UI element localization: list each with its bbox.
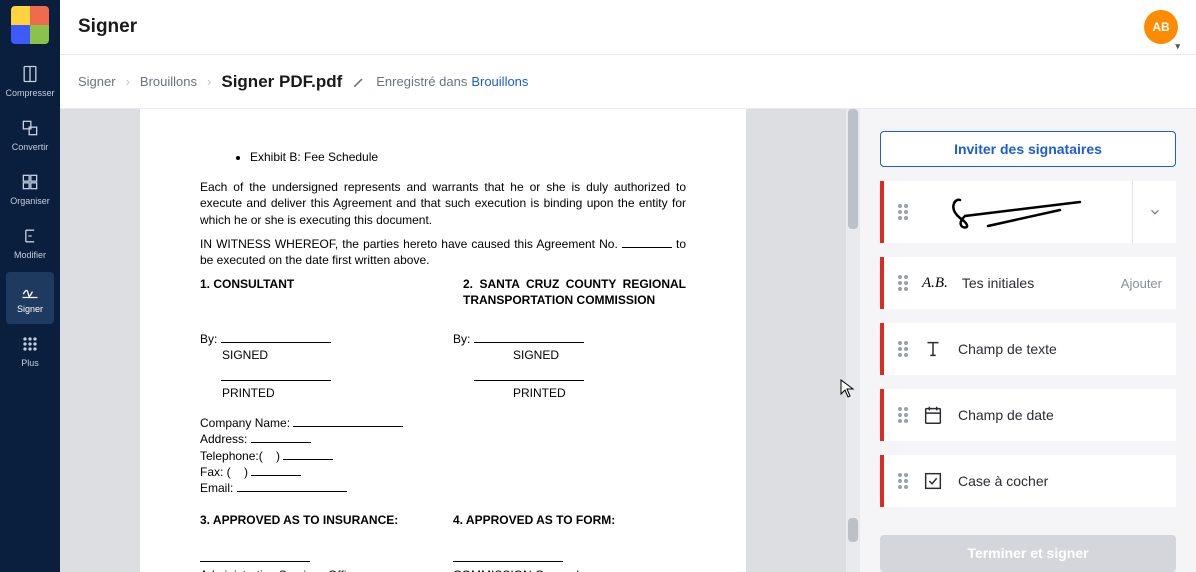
main-area: Signer AB Signer › Brouillons › Signer P…: [60, 0, 1196, 572]
organize-icon: [20, 172, 40, 192]
crumb-folder[interactable]: Brouillons: [140, 74, 197, 89]
signature-field-card[interactable]: [880, 181, 1176, 243]
scrollbar-thumb[interactable]: [848, 109, 858, 229]
convert-icon: [20, 118, 40, 138]
invite-signers-button[interactable]: Inviter des signataires: [880, 131, 1176, 167]
nav-label: Plus: [21, 358, 39, 368]
text-field-card[interactable]: Champ de texte: [880, 323, 1176, 375]
doc-heading: 2. SANTA CRUZ COUNTY REGIONAL TRANSPORTA…: [453, 276, 686, 308]
nav-compress[interactable]: Compresser: [6, 56, 54, 108]
crumb-file: Signer PDF.pdf: [221, 72, 342, 92]
compress-icon: [20, 64, 40, 84]
breadcrumb-bar: Signer › Brouillons › Signer PDF.pdf Enr…: [60, 55, 1196, 109]
nav-sign[interactable]: Signer: [6, 272, 54, 324]
scrollbar-thumb[interactable]: [848, 518, 858, 542]
doc-text: IN WITNESS WHEREOF, the parties hereto h…: [200, 236, 686, 268]
chevron-icon: ›: [207, 74, 211, 89]
nav-label: Signer: [17, 304, 43, 314]
doc-text: Exhibit B: Fee Schedule: [250, 149, 686, 165]
drag-handle-icon[interactable]: [898, 275, 908, 291]
nav-more[interactable]: Plus: [6, 326, 54, 378]
initials-field-card[interactable]: A.B. Tes initiales Ajouter: [880, 257, 1176, 309]
doc-text: Each of the undersigned represents and w…: [200, 179, 686, 228]
date-field-card[interactable]: Champ de date: [880, 389, 1176, 441]
pencil-icon[interactable]: [352, 75, 366, 89]
checkbox-icon: [922, 470, 944, 492]
chevron-icon: ›: [126, 74, 130, 89]
scrollbar[interactable]: [846, 109, 860, 572]
nav-label: Organiser: [10, 196, 50, 206]
saved-in-label: Enregistré dans: [376, 74, 467, 89]
signature-preview: [922, 188, 1118, 236]
crumb-root[interactable]: Signer: [78, 74, 116, 89]
initials-icon: A.B.: [922, 275, 948, 292]
drag-handle-icon[interactable]: [898, 341, 908, 357]
nav-label: Modifier: [14, 250, 46, 260]
calendar-icon: [922, 404, 944, 426]
field-label: Case à cocher: [958, 473, 1162, 489]
checkbox-field-card[interactable]: Case à cocher: [880, 455, 1176, 507]
drag-handle-icon[interactable]: [898, 407, 908, 423]
nav-organize[interactable]: Organiser: [6, 164, 54, 216]
app-logo[interactable]: [11, 6, 49, 44]
saved-folder-link[interactable]: Brouillons: [471, 74, 528, 89]
drag-handle-icon[interactable]: [898, 473, 908, 489]
finish-and-sign-button[interactable]: Terminer et signer: [880, 535, 1176, 572]
user-avatar[interactable]: AB: [1144, 10, 1178, 44]
field-label: Champ de texte: [958, 341, 1162, 357]
document-scroll[interactable]: Exhibit B: Fee Schedule Each of the unde…: [60, 109, 846, 572]
nav-label: Compresser: [6, 88, 55, 98]
document-page[interactable]: Exhibit B: Fee Schedule Each of the unde…: [140, 109, 746, 572]
field-label: Tes initiales: [962, 275, 1107, 291]
left-sidebar: Compresser Convertir Organiser Modifier …: [0, 0, 60, 572]
edit-icon: [20, 226, 40, 246]
drag-handle-icon[interactable]: [898, 204, 908, 220]
doc-heading: 1. CONSULTANT: [200, 276, 433, 292]
workspace: Exhibit B: Fee Schedule Each of the unde…: [60, 109, 1196, 572]
sign-icon: [20, 280, 40, 300]
page-title: Signer: [78, 16, 137, 38]
add-initials-link[interactable]: Ajouter: [1121, 276, 1162, 291]
text-icon: [922, 338, 944, 360]
grid-icon: [20, 334, 40, 354]
nav-convert[interactable]: Convertir: [6, 110, 54, 162]
topbar: Signer AB: [60, 0, 1196, 55]
document-area: Exhibit B: Fee Schedule Each of the unde…: [60, 109, 860, 572]
signature-dropdown[interactable]: [1132, 181, 1176, 243]
signature-panel: Inviter des signataires A.B. Tes initial…: [860, 109, 1196, 572]
nav-label: Convertir: [12, 142, 49, 152]
field-label: Champ de date: [958, 407, 1162, 423]
nav-edit[interactable]: Modifier: [6, 218, 54, 270]
